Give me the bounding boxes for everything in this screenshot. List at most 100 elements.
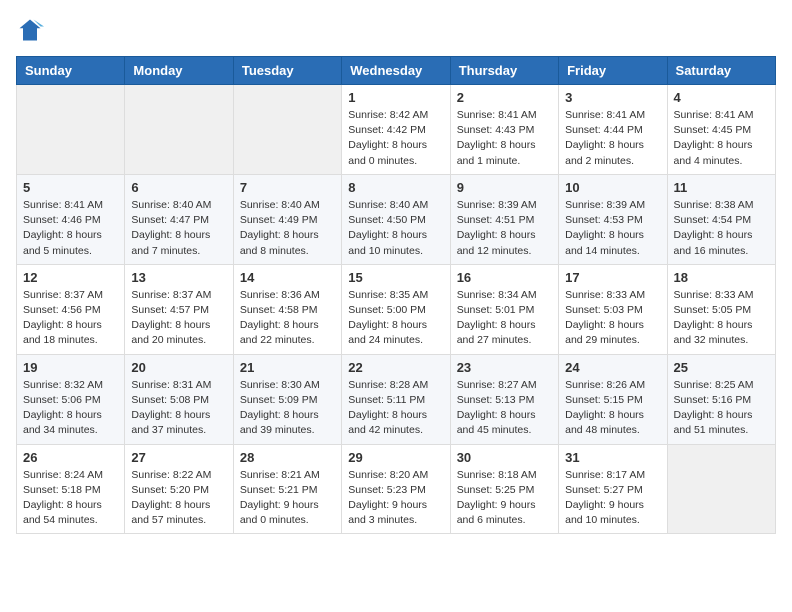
calendar-cell: [667, 444, 775, 534]
day-number: 28: [240, 450, 335, 465]
day-info: Sunrise: 8:25 AM Sunset: 5:16 PM Dayligh…: [674, 378, 769, 439]
day-number: 21: [240, 360, 335, 375]
calendar-cell: 6Sunrise: 8:40 AM Sunset: 4:47 PM Daylig…: [125, 174, 233, 264]
day-number: 2: [457, 90, 552, 105]
calendar-cell: 29 Sunrise: 8:20 AM Sunset: 5:23 PM Dayli…: [342, 444, 450, 534]
weekday-header-wednesday: Wednesday: [342, 57, 450, 85]
day-number: 25: [674, 360, 769, 375]
calendar-cell: 28 Sunrise: 8:21 AM Sunset: 5:21 PM Dayli…: [233, 444, 341, 534]
calendar-cell: 1 Sunrise: 8:42 AM Sunset: 4:42 PM Daylig…: [342, 85, 450, 175]
day-info: Sunrise: 8:22 AM Sunset: 5:20 PM Dayligh…: [131, 468, 226, 529]
day-number: 16: [457, 270, 552, 285]
day-info: Sunrise: 8:35 AM Sunset: 5:00 PM Dayligh…: [348, 288, 443, 349]
calendar-cell: 8 Sunrise: 8:40 AM Sunset: 4:50 PM Daylig…: [342, 174, 450, 264]
day-info: Sunrise: 8:27 AM Sunset: 5:13 PM Dayligh…: [457, 378, 552, 439]
calendar-cell: 21 Sunrise: 8:30 AM Sunset: 5:09 PM Dayli…: [233, 354, 341, 444]
calendar-cell: 10 Sunrise: 8:39 AM Sunset: 4:53 PM Dayli…: [559, 174, 667, 264]
day-info: Sunrise: 8:39 AM Sunset: 4:51 PM Dayligh…: [457, 198, 552, 259]
logo-icon: [16, 16, 44, 44]
calendar-cell: 27 Sunrise: 8:22 AM Sunset: 5:20 PM Dayli…: [125, 444, 233, 534]
calendar-cell: 5 Sunrise: 8:41 AM Sunset: 4:46 PM Daylig…: [17, 174, 125, 264]
weekday-header-sunday: Sunday: [17, 57, 125, 85]
day-number: 27: [131, 450, 226, 465]
day-number: 15: [348, 270, 443, 285]
day-number: 1: [348, 90, 443, 105]
day-number: 17: [565, 270, 660, 285]
calendar-week-2: 5 Sunrise: 8:41 AM Sunset: 4:46 PM Daylig…: [17, 174, 776, 264]
day-info: Sunrise: 8:37 AM Sunset: 4:56 PM Dayligh…: [23, 288, 118, 349]
day-number: 9: [457, 180, 552, 195]
day-info: Sunrise: 8:41 AM Sunset: 4:45 PM Dayligh…: [674, 108, 769, 169]
day-info: Sunrise: 8:28 AM Sunset: 5:11 PM Dayligh…: [348, 378, 443, 439]
day-number: 3: [565, 90, 660, 105]
calendar-cell: 30 Sunrise: 8:18 AM Sunset: 5:25 PM Dayli…: [450, 444, 558, 534]
day-number: 12: [23, 270, 118, 285]
day-number: 29: [348, 450, 443, 465]
day-number: 10: [565, 180, 660, 195]
calendar-cell: 22 Sunrise: 8:28 AM Sunset: 5:11 PM Dayli…: [342, 354, 450, 444]
day-number: 31: [565, 450, 660, 465]
day-info: Sunrise: 8:33 AM Sunset: 5:03 PM Dayligh…: [565, 288, 660, 349]
calendar-cell: 18 Sunrise: 8:33 AM Sunset: 5:05 PM Dayli…: [667, 264, 775, 354]
day-number: 24: [565, 360, 660, 375]
day-number: 11: [674, 180, 769, 195]
day-info: Sunrise: 8:40 AM Sunset: 4:49 PM Dayligh…: [240, 198, 335, 259]
calendar-cell: 2 Sunrise: 8:41 AM Sunset: 4:43 PM Daylig…: [450, 85, 558, 175]
weekday-header-thursday: Thursday: [450, 57, 558, 85]
day-info: Sunrise: 8:39 AM Sunset: 4:53 PM Dayligh…: [565, 198, 660, 259]
calendar-cell: 19 Sunrise: 8:32 AM Sunset: 5:06 PM Dayli…: [17, 354, 125, 444]
calendar-cell: 13Sunrise: 8:37 AM Sunset: 4:57 PM Dayli…: [125, 264, 233, 354]
calendar-cell: 17 Sunrise: 8:33 AM Sunset: 5:03 PM Dayli…: [559, 264, 667, 354]
calendar-cell: 12 Sunrise: 8:37 AM Sunset: 4:56 PM Dayli…: [17, 264, 125, 354]
day-number: 8: [348, 180, 443, 195]
day-info: Sunrise: 8:42 AM Sunset: 4:42 PM Dayligh…: [348, 108, 443, 169]
day-info: Sunrise: 8:41 AM Sunset: 4:46 PM Dayligh…: [23, 198, 118, 259]
day-info: Sunrise: 8:30 AM Sunset: 5:09 PM Dayligh…: [240, 378, 335, 439]
logo: [16, 16, 48, 44]
calendar-cell: [125, 85, 233, 175]
weekday-header-friday: Friday: [559, 57, 667, 85]
weekday-header-saturday: Saturday: [667, 57, 775, 85]
page-header: [16, 16, 776, 44]
day-number: 7: [240, 180, 335, 195]
calendar-cell: 16 Sunrise: 8:34 AM Sunset: 5:01 PM Dayli…: [450, 264, 558, 354]
day-number: 13: [131, 270, 226, 285]
day-info: Sunrise: 8:18 AM Sunset: 5:25 PM Dayligh…: [457, 468, 552, 529]
day-number: 6: [131, 180, 226, 195]
day-number: 4: [674, 90, 769, 105]
day-info: Sunrise: 8:40 AM Sunset: 4:50 PM Dayligh…: [348, 198, 443, 259]
calendar-cell: 25 Sunrise: 8:25 AM Sunset: 5:16 PM Dayli…: [667, 354, 775, 444]
day-info: Sunrise: 8:38 AM Sunset: 4:54 PM Dayligh…: [674, 198, 769, 259]
day-number: 23: [457, 360, 552, 375]
calendar-week-1: 1 Sunrise: 8:42 AM Sunset: 4:42 PM Daylig…: [17, 85, 776, 175]
day-info: Sunrise: 8:17 AM Sunset: 5:27 PM Dayligh…: [565, 468, 660, 529]
calendar-header-row: SundayMondayTuesdayWednesdayThursdayFrid…: [17, 57, 776, 85]
day-info: Sunrise: 8:41 AM Sunset: 4:43 PM Dayligh…: [457, 108, 552, 169]
day-info: Sunrise: 8:21 AM Sunset: 5:21 PM Dayligh…: [240, 468, 335, 529]
calendar-cell: 11 Sunrise: 8:38 AM Sunset: 4:54 PM Dayli…: [667, 174, 775, 264]
day-info: Sunrise: 8:31 AM Sunset: 5:08 PM Dayligh…: [131, 378, 226, 439]
calendar-week-5: 26Sunrise: 8:24 AM Sunset: 5:18 PM Dayli…: [17, 444, 776, 534]
calendar-cell: 4 Sunrise: 8:41 AM Sunset: 4:45 PM Daylig…: [667, 85, 775, 175]
calendar-cell: 20 Sunrise: 8:31 AM Sunset: 5:08 PM Dayli…: [125, 354, 233, 444]
calendar-cell: 31 Sunrise: 8:17 AM Sunset: 5:27 PM Dayli…: [559, 444, 667, 534]
day-info: Sunrise: 8:33 AM Sunset: 5:05 PM Dayligh…: [674, 288, 769, 349]
day-number: 22: [348, 360, 443, 375]
day-info: Sunrise: 8:41 AM Sunset: 4:44 PM Dayligh…: [565, 108, 660, 169]
calendar-cell: 26Sunrise: 8:24 AM Sunset: 5:18 PM Dayli…: [17, 444, 125, 534]
day-info: Sunrise: 8:32 AM Sunset: 5:06 PM Dayligh…: [23, 378, 118, 439]
day-info: Sunrise: 8:20 AM Sunset: 5:23 PM Dayligh…: [348, 468, 443, 529]
day-info: Sunrise: 8:34 AM Sunset: 5:01 PM Dayligh…: [457, 288, 552, 349]
day-number: 18: [674, 270, 769, 285]
weekday-header-tuesday: Tuesday: [233, 57, 341, 85]
calendar-cell: 9 Sunrise: 8:39 AM Sunset: 4:51 PM Daylig…: [450, 174, 558, 264]
day-number: 5: [23, 180, 118, 195]
calendar-cell: 24 Sunrise: 8:26 AM Sunset: 5:15 PM Dayli…: [559, 354, 667, 444]
calendar-table: SundayMondayTuesdayWednesdayThursdayFrid…: [16, 56, 776, 534]
day-number: 30: [457, 450, 552, 465]
day-number: 20: [131, 360, 226, 375]
day-info: Sunrise: 8:26 AM Sunset: 5:15 PM Dayligh…: [565, 378, 660, 439]
calendar-cell: [233, 85, 341, 175]
day-number: 19: [23, 360, 118, 375]
calendar-cell: 23 Sunrise: 8:27 AM Sunset: 5:13 PM Dayli…: [450, 354, 558, 444]
